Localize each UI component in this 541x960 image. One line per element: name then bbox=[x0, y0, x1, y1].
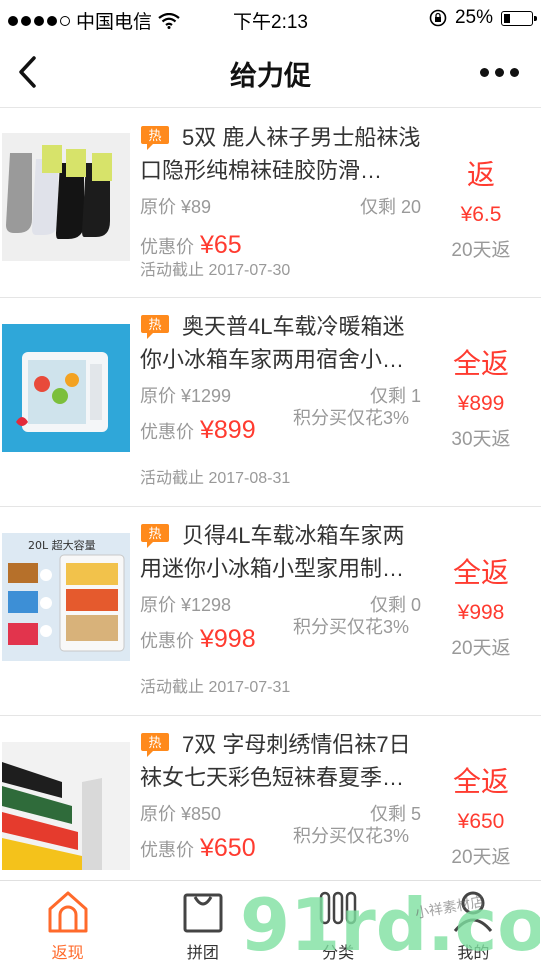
rebate-column: 返 ¥6.5 20天返 bbox=[433, 153, 529, 262]
page-title: 给力促 bbox=[230, 61, 311, 91]
promo-price: ¥998 bbox=[200, 625, 256, 653]
product-title[interactable]: 5双 鹿人袜子男士船袜浅口隐形纯棉袜硅胶防滑… bbox=[140, 121, 426, 187]
rebate-label: 全返 bbox=[452, 348, 509, 379]
rebate-label: 全返 bbox=[452, 557, 509, 588]
rebate-days: 20天返 bbox=[451, 847, 511, 868]
tab-bar: 返现 拼团 分类 我的 bbox=[0, 880, 541, 960]
points-purchase-text: 积分买仅花3% bbox=[293, 408, 410, 428]
tab-label: 返现 bbox=[51, 945, 84, 960]
rebate-column: 全返 ¥899 30天返 bbox=[433, 342, 529, 451]
promo-price: ¥650 bbox=[200, 834, 256, 862]
rebate-column: 全返 ¥650 20天返 bbox=[433, 760, 529, 869]
tab-category[interactable]: 分类 bbox=[271, 881, 406, 960]
product-image-fridge bbox=[2, 324, 130, 452]
product-item[interactable]: 热 5双 鹿人袜子男士船袜浅口隐形纯棉袜硅胶防滑… 原价 ¥89 仅剩 20 优… bbox=[0, 109, 541, 298]
nav-bar: 给力促 bbox=[0, 36, 541, 108]
product-image-socks bbox=[2, 133, 130, 261]
promo-label: 优惠价 bbox=[140, 237, 194, 257]
promo-label: 优惠价 bbox=[140, 422, 194, 442]
battery-icon bbox=[501, 10, 537, 26]
product-item[interactable]: 热 奥天普4L车载冷暖箱迷你小冰箱车家两用宿舍小… 原价 ¥1299 仅剩 1 … bbox=[0, 298, 541, 507]
promo-label: 优惠价 bbox=[140, 631, 194, 651]
points-purchase-text: 积分买仅花3% bbox=[293, 826, 410, 846]
more-dot-icon bbox=[479, 67, 489, 77]
original-price: 原价 ¥1299 bbox=[140, 386, 232, 406]
status-right: 25% bbox=[429, 7, 537, 29]
product-image-socks-colorful bbox=[2, 742, 130, 870]
deadline-text: 活动截止 2017-07-31 bbox=[140, 679, 291, 696]
product-title[interactable]: 奥天普4L车载冷暖箱迷你小冰箱车家两用宿舍小… bbox=[140, 310, 426, 376]
battery-percent: 25% bbox=[454, 7, 493, 28]
tab-cashback[interactable]: 返现 bbox=[0, 881, 135, 960]
tab-label: 拼团 bbox=[186, 945, 219, 960]
more-options-button[interactable] bbox=[477, 58, 521, 86]
tab-mine[interactable]: 我的 bbox=[406, 881, 541, 960]
promo-price: ¥899 bbox=[200, 416, 256, 444]
tab-label: 我的 bbox=[457, 945, 490, 960]
status-bar: 中国电信 下午2:13 25% bbox=[0, 0, 541, 36]
promo-price: ¥65 bbox=[200, 231, 242, 259]
tab-group-buy[interactable]: 拼团 bbox=[135, 881, 270, 960]
rebate-label: 返 bbox=[466, 159, 495, 190]
original-price: 原价 ¥89 bbox=[140, 197, 212, 217]
bag-icon bbox=[183, 893, 223, 933]
product-item[interactable]: 20L 超大容量 热 贝得4L车载冰箱车家两用迷你小冰箱小型家用制… 原价 ¥1… bbox=[0, 507, 541, 716]
deadline-text: 活动截止 2017-07-30 bbox=[140, 262, 291, 279]
rebate-label: 全返 bbox=[452, 766, 509, 797]
rotation-lock-icon bbox=[429, 9, 447, 27]
rebate-amount: ¥998 bbox=[457, 601, 505, 624]
promo-price-row: 优惠价 ¥899 bbox=[140, 416, 256, 445]
user-icon bbox=[454, 891, 493, 932]
product-list: 热 5双 鹿人袜子男士船袜浅口隐形纯棉袜硅胶防滑… 原价 ¥89 仅剩 20 优… bbox=[0, 109, 541, 880]
product-item[interactable]: 热 7双 字母刺绣情侣袜7日袜女七天彩色短袜春夏季… 原价 ¥850 仅剩 5 … bbox=[0, 716, 541, 880]
product-image-fridge-20l: 20L 超大容量 bbox=[2, 533, 130, 661]
original-price: 原价 ¥850 bbox=[140, 804, 222, 824]
stock-remaining: 仅剩 20 bbox=[359, 197, 421, 217]
product-title[interactable]: 贝得4L车载冰箱车家两用迷你小冰箱小型家用制… bbox=[140, 519, 426, 585]
promo-price-row: 优惠价 ¥650 bbox=[140, 834, 256, 863]
rebate-amount: ¥650 bbox=[457, 810, 505, 833]
more-dot-icon bbox=[494, 67, 504, 77]
deadline-text: 活动截止 2017-08-31 bbox=[140, 470, 291, 487]
rebate-amount: ¥6.5 bbox=[460, 203, 502, 226]
category-icon bbox=[319, 891, 357, 925]
capacity-image-text: 20L 超大容量 bbox=[28, 538, 96, 552]
original-price: 原价 ¥1298 bbox=[140, 595, 232, 615]
rebate-days: 20天返 bbox=[451, 638, 511, 659]
more-dot-icon bbox=[509, 67, 519, 77]
rebate-days: 20天返 bbox=[451, 240, 511, 261]
product-title[interactable]: 7双 字母刺绣情侣袜7日袜女七天彩色短袜春夏季… bbox=[140, 728, 426, 794]
home-icon bbox=[48, 891, 88, 933]
tab-label: 分类 bbox=[322, 945, 355, 960]
rebate-amount: ¥899 bbox=[457, 392, 505, 415]
promo-price-row: 优惠价 ¥998 bbox=[140, 625, 256, 654]
rebate-days: 30天返 bbox=[451, 429, 511, 450]
points-purchase-text: 积分买仅花3% bbox=[293, 617, 410, 637]
rebate-column: 全返 ¥998 20天返 bbox=[433, 551, 529, 660]
promo-label: 优惠价 bbox=[140, 840, 194, 860]
